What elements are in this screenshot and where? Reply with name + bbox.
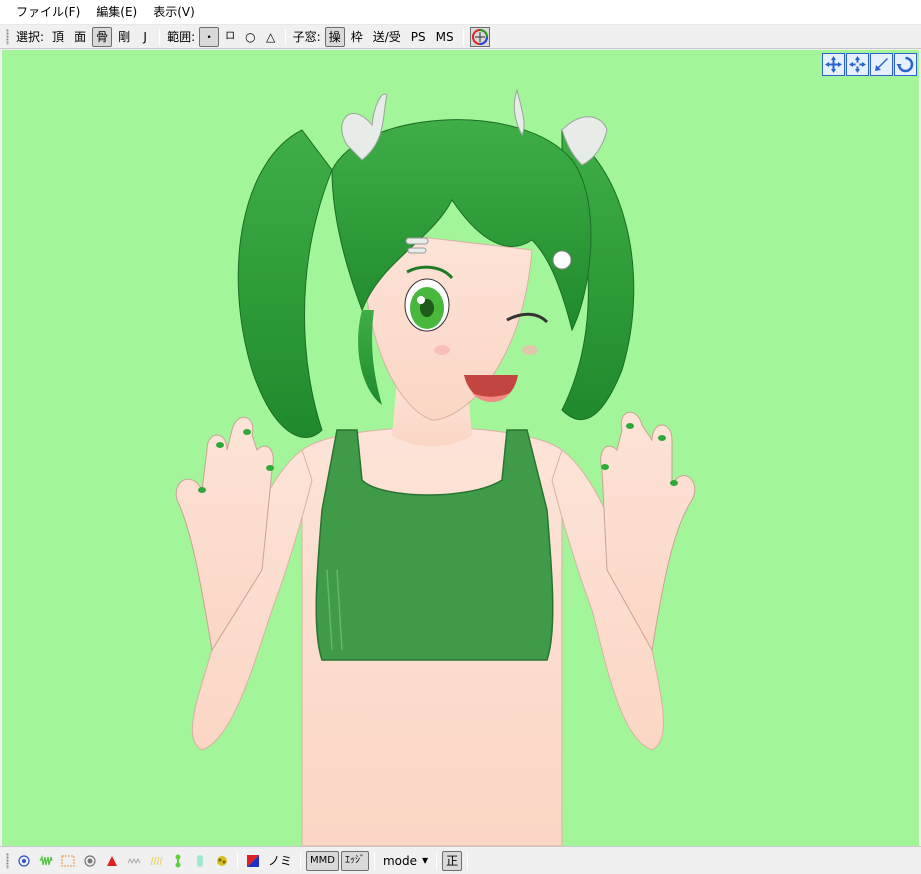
color-swatch-icon[interactable] (243, 851, 263, 871)
color-wheel-icon (471, 28, 488, 45)
toolbar-separator (436, 851, 438, 870)
toolbar-separator (237, 851, 238, 870)
view-navigation-icons (822, 53, 917, 76)
range-rect-button[interactable]: ロ (221, 27, 239, 47)
material-display-icon[interactable] (212, 851, 232, 871)
menu-bar: ファイル(F) 編集(E) 表示(V) (0, 0, 921, 25)
toolbar-grip[interactable] (6, 852, 9, 869)
ortho-button[interactable]: 正 (442, 850, 463, 871)
sub-send-receive-button[interactable]: 送/受 (369, 27, 405, 47)
wire-display-icon[interactable] (58, 851, 78, 871)
toolbar-separator (373, 851, 375, 870)
mode-dropdown[interactable]: mode ▼ (379, 854, 432, 868)
vertex-display-icon[interactable] (14, 851, 34, 871)
sub-operation-button[interactable]: 操 (324, 26, 345, 47)
color-swatch-label[interactable]: ノミ (264, 852, 296, 869)
normal-display-icon[interactable] (36, 851, 56, 871)
pan-view-icon[interactable] (846, 53, 869, 76)
sub-ms-button[interactable]: MS (432, 27, 458, 47)
toolbar-separator (467, 851, 469, 870)
range-label: 範囲: (167, 29, 196, 44)
color-wheel-button[interactable] (469, 26, 490, 47)
select-label: 選択: (16, 29, 45, 44)
rigid-display-icon[interactable] (124, 851, 144, 871)
rotate-view-icon[interactable] (894, 53, 917, 76)
select-rigid-button[interactable]: 剛 (114, 27, 134, 47)
joint-display-icon[interactable] (146, 851, 166, 871)
character-model-render (175, 88, 696, 846)
toolbar-separator (462, 27, 464, 46)
toolbar-separator (159, 27, 161, 46)
mmd-button[interactable]: MMD (306, 850, 339, 871)
ik-display-icon[interactable] (102, 851, 122, 871)
select-joint-button[interactable]: J (136, 27, 154, 47)
main-toolbar: 選択: 頂 面 骨 剛 J 範囲: ・ ロ ○ △ 子窓: 操 枠 送/受 PS… (0, 25, 921, 49)
select-vertex-button[interactable]: 頂 (48, 27, 68, 47)
softbody-display-icon[interactable] (168, 851, 188, 871)
toolbar-grip[interactable] (6, 28, 9, 45)
move-view-icon[interactable] (822, 53, 845, 76)
bottom-toolbar: ノミ MMD ｴｯｼﾞ mode ▼ 正 (0, 846, 921, 874)
sub-frame-button[interactable]: 枠 (347, 27, 367, 47)
menu-file[interactable]: ファイル(F) (8, 0, 88, 24)
bone-display-icon[interactable] (80, 851, 100, 871)
range-circle-button[interactable]: ○ (241, 27, 259, 47)
mode-label: mode (382, 853, 418, 868)
range-triangle-button[interactable]: △ (262, 27, 280, 47)
zoom-view-icon[interactable] (870, 53, 893, 76)
sub-ps-button[interactable]: PS (407, 27, 430, 47)
chevron-down-icon: ▼ (422, 856, 429, 865)
menu-view[interactable]: 表示(V) (145, 0, 203, 24)
capsule-display-icon[interactable] (190, 851, 210, 871)
subwindow-label: 子窓: (292, 29, 321, 44)
range-point-button[interactable]: ・ (199, 26, 220, 47)
menu-edit[interactable]: 編集(E) (88, 0, 145, 24)
3d-viewport[interactable] (2, 50, 919, 846)
select-face-button[interactable]: 面 (70, 27, 90, 47)
toolbar-separator (284, 27, 286, 46)
toolbar-separator (300, 851, 302, 870)
edge-button[interactable]: ｴｯｼﾞ (340, 850, 369, 871)
select-bone-button[interactable]: 骨 (92, 26, 113, 47)
